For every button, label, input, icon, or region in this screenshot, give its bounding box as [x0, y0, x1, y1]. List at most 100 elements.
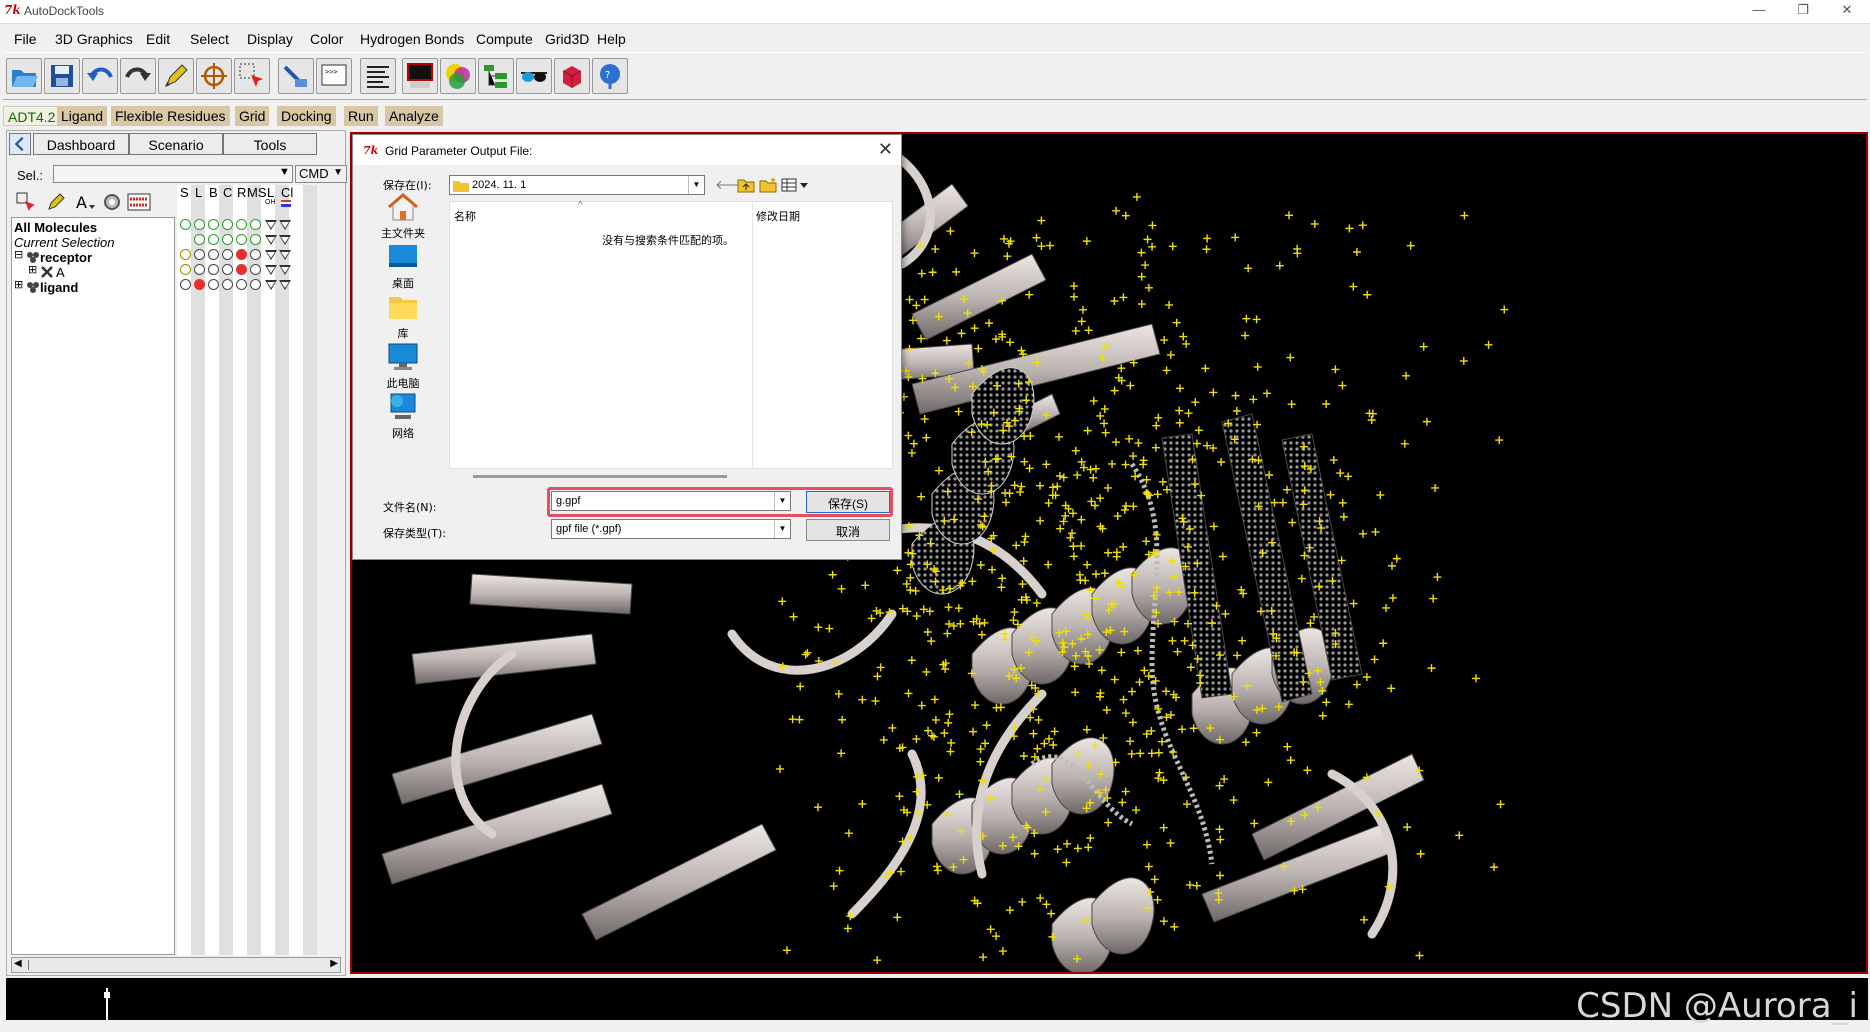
- menu-triangle-icon[interactable]: [279, 250, 291, 260]
- minimize-button[interactable]: —: [1744, 2, 1774, 22]
- adt-menu-docking[interactable]: Docking: [277, 106, 336, 126]
- menu-triangle-icon[interactable]: [279, 265, 291, 275]
- save-in-dropdown[interactable]: 2024. 11. 1 ▼: [449, 175, 705, 195]
- menu-file[interactable]: File: [14, 31, 37, 47]
- text-lines-icon[interactable]: [360, 58, 396, 94]
- toggle-circle[interactable]: [222, 219, 233, 230]
- col-header-l2[interactable]: L: [267, 185, 274, 200]
- toggle-circle[interactable]: [208, 234, 219, 245]
- toggle-circle-on[interactable]: [236, 264, 247, 275]
- toggle-circle-on[interactable]: [194, 279, 205, 290]
- toggle-circle[interactable]: [250, 219, 261, 230]
- tree-item-chain-a[interactable]: ⊞ A: [28, 263, 168, 280]
- monitor-icon[interactable]: [402, 58, 438, 94]
- up-folder-icon[interactable]: [737, 177, 755, 193]
- toggle-circle[interactable]: [250, 234, 261, 245]
- place-desktop[interactable]: 桌面: [373, 241, 433, 291]
- menu-triangle-icon[interactable]: [265, 235, 277, 245]
- toggle-circle[interactable]: [222, 279, 233, 290]
- toggle-circle-partial[interactable]: [180, 264, 191, 275]
- toggle-circle[interactable]: [194, 264, 205, 275]
- menu-3d-graphics[interactable]: 3D Graphics: [55, 31, 133, 47]
- sel-input[interactable]: [53, 165, 293, 183]
- cancel-button[interactable]: 取消: [806, 519, 890, 541]
- col-header-r[interactable]: R: [237, 185, 246, 200]
- adt-version-tab[interactable]: ADT4.2: [3, 106, 61, 126]
- toggle-circle[interactable]: [208, 279, 219, 290]
- pencil-icon[interactable]: [158, 58, 194, 94]
- adt-menu-analyze[interactable]: Analyze: [385, 106, 443, 126]
- place-home[interactable]: 主文件夹: [373, 191, 433, 241]
- col-header-ms[interactable]: MS: [247, 185, 267, 200]
- place-library[interactable]: 库: [373, 291, 433, 341]
- new-folder-icon[interactable]: [759, 177, 777, 193]
- toggle-circle-partial[interactable]: [180, 249, 191, 260]
- open-folder-icon[interactable]: [6, 58, 42, 94]
- toggle-circle[interactable]: [236, 219, 247, 230]
- menu-compute[interactable]: Compute: [476, 31, 533, 47]
- center-target-icon[interactable]: [196, 58, 232, 94]
- adt-menu-run[interactable]: Run: [344, 106, 378, 126]
- adt-menu-grid[interactable]: Grid: [235, 106, 270, 126]
- cmd-dropdown[interactable]: CMD ▼: [295, 165, 347, 183]
- tab-scenario[interactable]: Scenario: [129, 133, 223, 155]
- file-list-hscroll[interactable]: [473, 475, 727, 478]
- menu-triangle-icon[interactable]: [265, 280, 277, 290]
- col-date-header[interactable]: 修改日期: [756, 208, 800, 224]
- place-network[interactable]: 网络: [373, 391, 433, 441]
- place-this-pc[interactable]: 此电脑: [373, 341, 433, 391]
- col-header-c[interactable]: C: [223, 185, 232, 200]
- menu-select[interactable]: Select: [190, 31, 229, 47]
- toggle-circle[interactable]: [208, 219, 219, 230]
- toggle-circle[interactable]: [222, 264, 233, 275]
- tree-all-molecules[interactable]: All Molecules: [14, 220, 97, 235]
- toggle-circle[interactable]: [250, 249, 261, 260]
- tab-dashboard[interactable]: Dashboard: [33, 133, 129, 155]
- tree-current-selection[interactable]: Current Selection: [14, 235, 114, 250]
- menu-triangle-icon[interactable]: [265, 250, 277, 260]
- menu-triangle-icon[interactable]: [279, 220, 291, 230]
- menu-triangle-icon[interactable]: [265, 265, 277, 275]
- tree-item-receptor[interactable]: ⊟ receptor: [14, 248, 174, 265]
- menu-edit[interactable]: Edit: [146, 31, 170, 47]
- menu-color[interactable]: Color: [310, 31, 343, 47]
- expand-icon[interactable]: ⊞: [28, 263, 37, 276]
- edit-pencil-icon[interactable]: [45, 191, 67, 213]
- maximize-button[interactable]: ❐: [1788, 2, 1818, 22]
- sequence-viewer-icon[interactable]: [127, 191, 151, 213]
- toggle-circle[interactable]: [236, 234, 247, 245]
- scroll-thumb[interactable]: [28, 960, 38, 970]
- toggle-circle[interactable]: [180, 279, 191, 290]
- toggle-circle[interactable]: [208, 249, 219, 260]
- col-header-cl[interactable]: Cl: [281, 185, 293, 200]
- menu-triangle-icon[interactable]: [279, 280, 291, 290]
- menu-triangle-icon[interactable]: [279, 235, 291, 245]
- toggle-circle[interactable]: [250, 264, 261, 275]
- menu-display[interactable]: Display: [247, 31, 293, 47]
- molecule-tree-icon[interactable]: [478, 58, 514, 94]
- select-region-icon[interactable]: [234, 58, 270, 94]
- collapse-panel-icon[interactable]: [9, 133, 31, 155]
- select-molecule-icon[interactable]: [15, 191, 37, 213]
- toggle-circle[interactable]: [194, 219, 205, 230]
- menu-hydrogen-bonds[interactable]: Hydrogen Bonds: [360, 31, 464, 47]
- color-sphere-icon[interactable]: [440, 58, 476, 94]
- file-list[interactable]: 名称 ^ 修改日期 没有与搜索条件匹配的项。: [449, 200, 893, 470]
- col-header-b[interactable]: B: [209, 185, 218, 200]
- stereo-glasses-icon[interactable]: [516, 58, 552, 94]
- label-text-icon[interactable]: A: [73, 191, 95, 213]
- redo-icon[interactable]: [120, 58, 156, 94]
- adt-menu-ligand[interactable]: Ligand: [57, 106, 108, 126]
- frame-slider-handle[interactable]: [104, 992, 110, 998]
- col-name-header[interactable]: 名称: [454, 208, 476, 224]
- toggle-circle-on[interactable]: [236, 249, 247, 260]
- save-disk-icon[interactable]: [44, 58, 80, 94]
- sel-dropdown-icon[interactable]: ▼: [279, 166, 290, 178]
- toggle-circle[interactable]: [194, 249, 205, 260]
- settings-gear-icon[interactable]: [101, 191, 123, 213]
- menu-help[interactable]: Help: [597, 31, 626, 47]
- dialog-close-icon[interactable]: ✕: [878, 139, 893, 160]
- collapse-icon[interactable]: ⊟: [14, 248, 23, 261]
- toggle-circle[interactable]: [222, 249, 233, 260]
- tree-item-ligand[interactable]: ⊞ ligand: [14, 279, 174, 295]
